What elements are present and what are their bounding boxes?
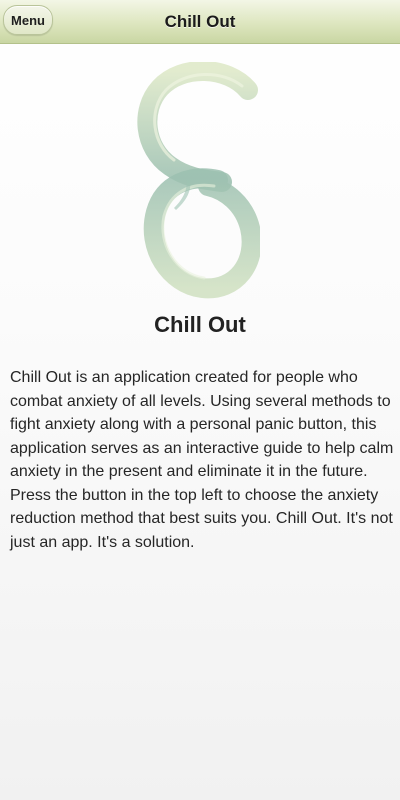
header-title: Chill Out (164, 12, 236, 31)
header-bar: Menu Chill Out (0, 0, 400, 44)
page-title: Chill Out (154, 312, 246, 337)
app-description: Chill Out is an application created for … (10, 369, 394, 551)
chill-out-logo-icon (137, 62, 260, 299)
